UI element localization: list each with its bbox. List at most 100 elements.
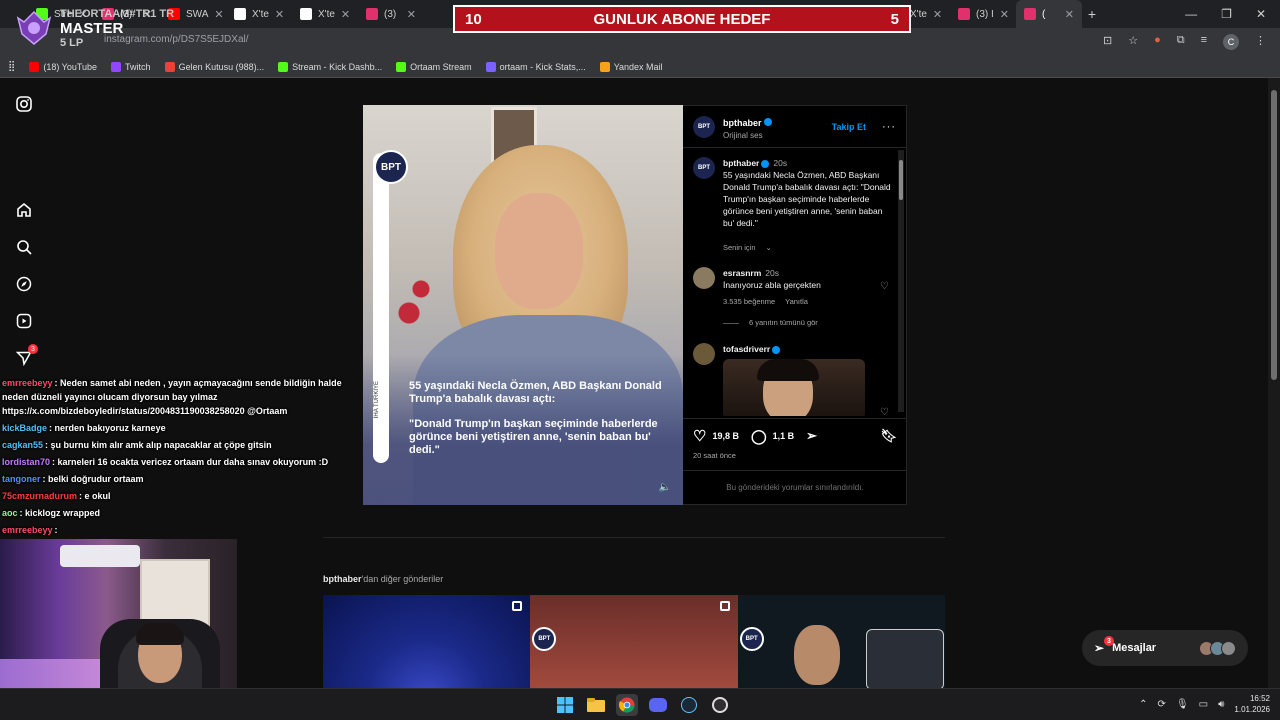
explore-icon[interactable]: [14, 274, 34, 294]
file-explorer-icon[interactable]: [585, 694, 607, 716]
tab-label: X'te: [910, 8, 927, 20]
bookmark-item[interactable]: Yandex Mail: [599, 61, 663, 72]
commenter-name[interactable]: tofasdriverr: [723, 344, 770, 354]
close-tab-icon[interactable]: ✕: [1065, 8, 1074, 21]
comment-like-icon[interactable]: ♡: [880, 407, 889, 416]
post-video[interactable]: BPT İHA TÜRKİYE 55 yaşındaki Necla Özmen…: [363, 105, 683, 505]
direct-messages-icon[interactable]: 3: [14, 344, 38, 368]
close-tab-icon[interactable]: ✕: [341, 8, 350, 21]
browser-menu-icon[interactable]: ⋮: [1255, 34, 1266, 50]
view-replies-button[interactable]: 6 yanıtın tümünü gör: [749, 318, 818, 327]
bookmark-label: Twitch: [125, 61, 151, 72]
notification-badge: 3: [28, 344, 38, 354]
install-icon[interactable]: ⊡: [1103, 34, 1112, 50]
commenter-avatar[interactable]: [693, 343, 715, 365]
for-you-label[interactable]: Senin için: [723, 243, 756, 252]
post-thumbnail[interactable]: [323, 595, 531, 690]
verified-icon: [772, 345, 781, 354]
more-posts-account[interactable]: bpthaber: [323, 574, 362, 584]
page-scrollbar-thumb[interactable]: [1271, 90, 1277, 380]
extension-fox-icon[interactable]: ●: [1154, 34, 1161, 50]
browser-tab[interactable]: (3) I ✕: [950, 0, 1016, 28]
comment-icon[interactable]: ◯: [751, 428, 767, 445]
bookmark-item[interactable]: ortaam - Kick Stats,...: [485, 61, 586, 72]
thumbnail-inset: [865, 629, 944, 690]
post-thumbnail[interactable]: BPT: [737, 595, 945, 690]
network-icon[interactable]: ⟳: [1158, 699, 1166, 710]
obs-icon[interactable]: [709, 694, 731, 716]
comment-image[interactable]: [723, 359, 865, 416]
profile-avatar[interactable]: C: [1223, 34, 1239, 50]
close-tab-icon[interactable]: ✕: [933, 8, 942, 21]
tab-label: X'te: [318, 8, 335, 20]
start-menu-icon[interactable]: [554, 694, 576, 716]
search-icon[interactable]: [14, 237, 34, 257]
like-count[interactable]: 19,8 B: [712, 431, 739, 441]
description-author[interactable]: bpthaber: [723, 158, 759, 168]
reply-button[interactable]: Yanıtla: [785, 297, 808, 306]
save-icon[interactable]: 🔖︎: [880, 428, 897, 444]
chrome-icon[interactable]: [616, 694, 638, 716]
tray-expand-icon[interactable]: ⌃: [1139, 699, 1147, 710]
volume-icon[interactable]: 🔈: [659, 482, 671, 493]
comment-count[interactable]: 1,1 B: [773, 431, 795, 441]
commenter-name[interactable]: esrasnrm: [723, 268, 761, 278]
audio-label[interactable]: Orijinal ses: [723, 131, 772, 140]
discord-icon[interactable]: [647, 694, 669, 716]
bookmark-label: (18) YouTube: [43, 61, 98, 72]
description-avatar[interactable]: BPT: [693, 157, 715, 179]
page-scrollbar[interactable]: [1268, 78, 1280, 688]
microphone-icon[interactable]: 🎙︎: [1176, 699, 1189, 710]
streamer-hair: [136, 623, 184, 645]
tab-label: SWA: [186, 8, 209, 20]
browser-tab[interactable]: X'te ✕: [226, 0, 292, 28]
close-tab-icon[interactable]: ✕: [407, 8, 416, 21]
new-tab-button[interactable]: +: [1082, 6, 1102, 22]
close-tab-icon[interactable]: ✕: [1000, 8, 1009, 21]
comments-list[interactable]: BPT bpthaber 20s 55 yaşındaki Necla Özmen…: [683, 149, 899, 416]
account-avatar[interactable]: BPT: [693, 115, 715, 138]
post-thumbnail[interactable]: BPT: [530, 595, 738, 690]
close-tab-icon[interactable]: ✕: [275, 8, 284, 21]
extensions-icon[interactable]: ⧉: [1177, 34, 1185, 50]
share-icon[interactable]: ➢: [806, 428, 817, 444]
apps-grid-icon[interactable]: ⣿: [8, 61, 15, 72]
tab-favicon-icon: [958, 8, 970, 20]
tab-label: (3): [384, 8, 397, 20]
volume-tray-icon[interactable]: 🔊︎: [1218, 699, 1224, 710]
bookmark-item[interactable]: Stream - Kick Dashb...: [278, 61, 382, 72]
monitor-icon[interactable]: ▭: [1199, 699, 1208, 710]
bookmark-item[interactable]: Twitch: [111, 61, 151, 72]
more-posts-title: bpthaber'dan diğer gönderiler: [323, 574, 443, 584]
messages-button[interactable]: ➢ 3 Mesajlar: [1082, 630, 1248, 666]
like-icon[interactable]: ♡: [693, 427, 706, 445]
comment-like-icon[interactable]: ♡: [880, 281, 889, 292]
bookmark-star-icon[interactable]: ☆: [1128, 34, 1138, 50]
account-name[interactable]: bpthaber: [723, 118, 762, 128]
scrollbar-thumb[interactable]: [899, 160, 903, 200]
comments-scrollbar[interactable]: [898, 150, 904, 412]
more-options-icon[interactable]: ···: [882, 121, 896, 133]
bookmark-item[interactable]: Ortaam Stream: [396, 61, 472, 72]
browser-tab[interactable]: (✕: [1016, 0, 1082, 28]
comment-likes[interactable]: 3.535 beğenme: [723, 297, 775, 306]
bookmark-item[interactable]: Gelen Kutusu (988)...: [164, 61, 264, 72]
goal-left-count: 10: [465, 10, 482, 28]
bookmark-item[interactable]: (18) YouTube: [29, 61, 98, 72]
browser-tab[interactable]: (3) ✕: [358, 0, 424, 28]
browser-tab[interactable]: X'te ✕: [292, 0, 358, 28]
chevron-down-icon[interactable]: ⌄: [766, 243, 772, 252]
home-icon[interactable]: [14, 200, 34, 220]
clock[interactable]: 16:52 1.01.2026: [1234, 693, 1270, 715]
maximize-button[interactable]: ❐: [1221, 7, 1232, 21]
close-window-button[interactable]: ✕: [1256, 7, 1266, 21]
follow-button[interactable]: Takip Et: [832, 122, 866, 132]
instagram-logo-icon[interactable]: [14, 94, 34, 114]
reading-list-icon[interactable]: ≡: [1201, 34, 1207, 50]
steam-icon[interactable]: [678, 694, 700, 716]
comment-text: İnanıyoruz abla gerçekten: [723, 280, 821, 290]
close-tab-icon[interactable]: ✕: [214, 8, 223, 21]
reels-icon[interactable]: [14, 311, 34, 331]
minimize-button[interactable]: —: [1185, 7, 1197, 21]
commenter-avatar[interactable]: [693, 267, 715, 289]
